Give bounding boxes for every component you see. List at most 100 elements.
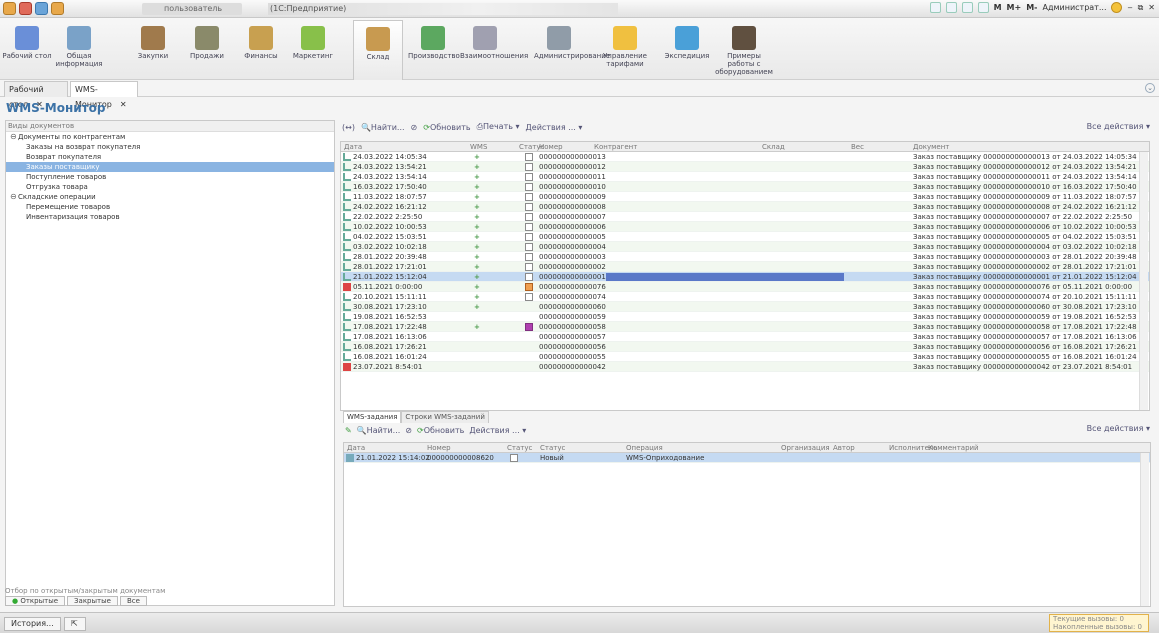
table-row[interactable]: 23.07.2021 8:54:01 000000000000042 Заказ п…: [341, 362, 1149, 372]
table-row[interactable]: 28.01.2022 20:39:48 +000000000000003 Заказ…: [341, 252, 1149, 262]
toggle-icon[interactable]: (↔): [342, 123, 355, 132]
toolbar-icon-1[interactable]: [929, 2, 941, 13]
tree-item[interactable]: Отгрузка товара: [6, 182, 334, 192]
subtab-wms-tasks[interactable]: WMS-задания: [343, 411, 402, 423]
collapse-icon[interactable]: ⊖: [10, 192, 18, 202]
cancel-search-icon[interactable]: ⊘: [405, 426, 412, 435]
tree-item[interactable]: ⊖Складские операции: [6, 192, 334, 202]
ribbon-section-10[interactable]: Администрирование: [534, 20, 610, 78]
table-row[interactable]: 10.02.2022 10:00:53 +000000000000006 Заказ…: [341, 222, 1149, 232]
status-checkbox[interactable]: [525, 183, 533, 191]
status-checkbox[interactable]: [525, 273, 533, 281]
refresh-button[interactable]: ⟳Обновить: [417, 426, 464, 435]
ribbon-section-6[interactable]: Маркетинг: [288, 20, 338, 78]
status-checkbox[interactable]: [525, 213, 533, 221]
find-button[interactable]: 🔍Найти...: [361, 123, 405, 132]
close-icon[interactable]: ✕: [1148, 3, 1155, 12]
table-row[interactable]: 20.10.2021 15:11:11 +000000000000074 Заказ…: [341, 292, 1149, 302]
table-row[interactable]: 16.08.2021 17:26:21 000000000000056 Заказ …: [341, 342, 1149, 352]
ribbon-section-12[interactable]: Экспедиция: [662, 20, 712, 78]
table-row[interactable]: 03.02.2022 10:02:18 +000000000000004 Заказ…: [341, 242, 1149, 252]
column-header[interactable]: Операция: [626, 444, 663, 452]
tree-item[interactable]: Поступление товаров: [6, 172, 334, 182]
back-icon[interactable]: [19, 2, 32, 15]
status-checkbox[interactable]: [525, 293, 533, 301]
calls-indicator[interactable]: Текущие вызовы: 0 Накопленные вызовы: 0: [1049, 614, 1149, 632]
ribbon-section-11[interactable]: Управление тарифами: [600, 20, 650, 78]
collapse-icon[interactable]: ⊖: [10, 132, 18, 142]
status-checkbox[interactable]: [525, 233, 533, 241]
actions-button[interactable]: Действия ... ▾: [469, 426, 526, 435]
minimize-icon[interactable]: ‒: [1127, 3, 1132, 12]
table-row[interactable]: 21.01.2022 15:14:02 000000000008620 Новый W…: [344, 453, 1150, 463]
column-header[interactable]: WMS: [470, 143, 487, 151]
column-header[interactable]: Комментарий: [928, 444, 979, 452]
close-icon[interactable]: ✕: [120, 100, 127, 109]
table-row[interactable]: 24.03.2022 13:54:14 +000000000000011 Заказ…: [341, 172, 1149, 182]
edit-icon[interactable]: ✎: [345, 426, 352, 435]
table-row[interactable]: 30.08.2021 17:23:10 +000000000000060 Заказ…: [341, 302, 1149, 312]
memory-plus-button[interactable]: M+: [1007, 3, 1022, 12]
table-row[interactable]: 16.08.2021 16:01:24 000000000000055 Заказ …: [341, 352, 1149, 362]
filter-all-button[interactable]: Все: [119, 596, 147, 606]
tree-item[interactable]: Возврат покупателя: [6, 152, 334, 162]
toolbar-icon-4[interactable]: [977, 2, 989, 13]
ribbon-section-1[interactable]: Рабочий стол: [2, 20, 52, 78]
status-checkbox[interactable]: [525, 323, 533, 331]
column-header[interactable]: Дата: [347, 444, 365, 452]
table-row[interactable]: 19.08.2021 16:52:53 000000000000059 Заказ …: [341, 312, 1149, 322]
table-row[interactable]: 11.03.2022 18:07:57 +000000000000009 Заказ…: [341, 192, 1149, 202]
status-checkbox[interactable]: [525, 153, 533, 161]
grid-scrollbar[interactable]: [1140, 453, 1149, 606]
table-row[interactable]: 22.02.2022 2:25:50 +000000000000007 Заказ …: [341, 212, 1149, 222]
status-checkbox[interactable]: [525, 223, 533, 231]
table-row[interactable]: 21.01.2022 15:12:04 +000000000000001 Заказ…: [341, 272, 1149, 282]
tree-item[interactable]: Инвентаризация товаров: [6, 212, 334, 222]
scroll-down-icon[interactable]: ⌄: [1145, 83, 1155, 93]
cancel-search-icon[interactable]: ⊘: [411, 123, 418, 132]
status-checkbox[interactable]: [525, 203, 533, 211]
forward-icon[interactable]: [35, 2, 48, 15]
column-header[interactable]: Контрагент: [594, 143, 637, 151]
app-menu-icon[interactable]: [3, 2, 16, 15]
column-header[interactable]: Организация: [781, 444, 830, 452]
column-header[interactable]: Дата: [344, 143, 362, 151]
ribbon-section-13[interactable]: Примеры работы с оборудованием: [714, 20, 774, 78]
refresh-button[interactable]: ⟳Обновить: [423, 123, 470, 132]
ribbon-section-3[interactable]: Закупки: [128, 20, 178, 78]
column-header[interactable]: Номер: [539, 143, 563, 151]
column-header[interactable]: Склад: [762, 143, 785, 151]
column-header[interactable]: Вес: [851, 143, 864, 151]
ribbon-section-9[interactable]: Взаимоотношения: [460, 20, 528, 78]
toolbar-icon-2[interactable]: [945, 2, 957, 13]
status-checkbox[interactable]: [525, 193, 533, 201]
ribbon-section-8[interactable]: Производство: [408, 20, 460, 78]
status-checkbox[interactable]: [525, 243, 533, 251]
table-row[interactable]: 24.02.2022 16:21:12 +000000000000008 Заказ…: [341, 202, 1149, 212]
filter-open-button[interactable]: ● Открытые: [5, 596, 66, 606]
column-header[interactable]: Автор: [833, 444, 855, 452]
favorites-icon[interactable]: [51, 2, 64, 15]
table-row[interactable]: 16.03.2022 17:50:40 +000000000000010 Заказ…: [341, 182, 1149, 192]
column-header[interactable]: Номер: [427, 444, 451, 452]
user-menu[interactable]: Администрат...: [1042, 3, 1106, 12]
status-checkbox[interactable]: [510, 454, 518, 462]
tree-item[interactable]: Заказы поставщику: [6, 162, 334, 172]
subtab-wms-task-lines[interactable]: Строки WMS-заданий: [401, 411, 489, 423]
ribbon-section-2[interactable]: Общая информация: [54, 20, 104, 78]
restore-icon[interactable]: ⧉: [1138, 3, 1144, 13]
table-row[interactable]: 24.03.2022 14:05:34 +000000000000013 Заказ…: [341, 152, 1149, 162]
all-actions-button[interactable]: Все действия ▾: [1087, 122, 1150, 131]
toolbar-icon-3[interactable]: [961, 2, 973, 13]
column-header[interactable]: Статус: [540, 444, 565, 452]
tab-wms-monitor[interactable]: WMS-Монитор ✕: [70, 81, 138, 109]
filter-closed-button[interactable]: Закрытые: [67, 596, 118, 606]
pin-icon[interactable]: ⇱: [64, 617, 86, 631]
history-button[interactable]: История...: [4, 617, 61, 631]
tab-desktop[interactable]: Рабочий стол ✕: [4, 81, 68, 109]
all-actions-button[interactable]: Все действия ▾: [1087, 424, 1150, 433]
tree-item[interactable]: Заказы на возврат покупателя: [6, 142, 334, 152]
print-button[interactable]: ⎙Печать ▾: [477, 122, 520, 132]
ribbon-section-5[interactable]: Финансы: [236, 20, 286, 78]
actions-button[interactable]: Действия ... ▾: [526, 123, 583, 132]
